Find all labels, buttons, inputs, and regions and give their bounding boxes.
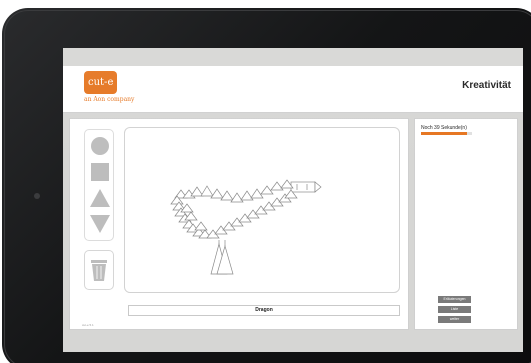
trash-icon	[91, 260, 107, 281]
triangle-down-icon[interactable]	[87, 211, 113, 237]
drawing-name-field[interactable]: Dragon	[128, 305, 400, 316]
square-icon[interactable]	[87, 159, 113, 185]
drawing-canvas[interactable]	[124, 127, 400, 293]
tablet-frame: cut-e an Aon company Kreativität Dragon …	[2, 8, 531, 363]
camera-dot	[34, 193, 40, 199]
trash-button[interactable]	[84, 250, 114, 290]
timer-text: Noch 39 Sekunde(n)	[421, 125, 467, 131]
explanations-button[interactable]: Erläuterungen	[438, 296, 471, 303]
app-header: cut-e an Aon company Kreativität	[63, 66, 523, 113]
timer-progress-bar	[421, 132, 472, 135]
page-title: Kreativität	[462, 80, 511, 91]
triangle-up-icon[interactable]	[87, 185, 113, 211]
timer-progress-fill	[421, 132, 467, 135]
dragon-drawing	[170, 179, 322, 275]
brand-logo: cut-e	[84, 71, 117, 94]
brand-tagline: an Aon company	[84, 96, 135, 103]
brand-logo-text: cut-e	[88, 77, 114, 88]
tablet-screen: cut-e an Aon company Kreativität Dragon …	[63, 48, 523, 352]
circle-icon[interactable]	[87, 133, 113, 159]
side-panel: Noch 39 Sekunde(n) Erläuterungen Liste w…	[414, 118, 518, 330]
list-button[interactable]: Liste	[438, 306, 471, 313]
drawing-panel: Dragon cut-e 5.1	[69, 118, 409, 330]
footer-version: cut-e 5.1	[82, 323, 94, 327]
dragon-snout-triangle	[314, 181, 322, 193]
next-button[interactable]: weiter	[438, 316, 471, 323]
dragon-head-square	[290, 181, 316, 193]
